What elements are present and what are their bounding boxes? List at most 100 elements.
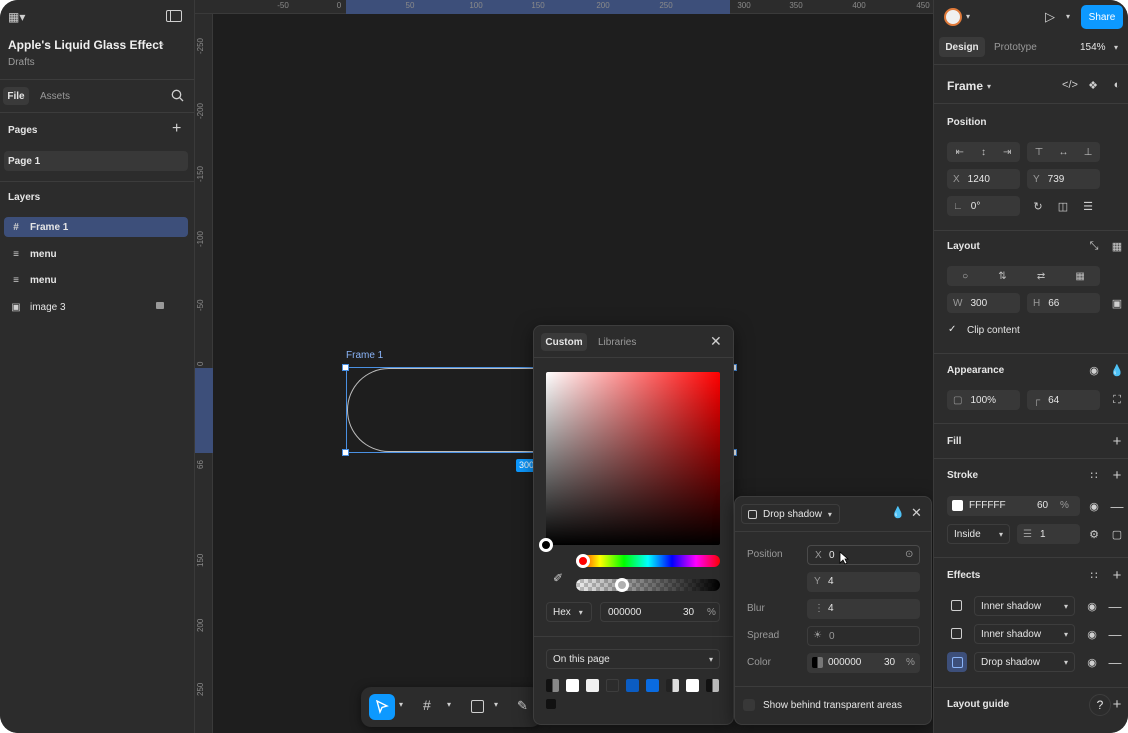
shadow-color-input[interactable]: 000000 30 % xyxy=(807,653,920,673)
stroke-settings-icon[interactable]: ⚙ xyxy=(1084,524,1104,544)
help-icon[interactable]: ? xyxy=(1089,694,1111,716)
tab-file[interactable]: File xyxy=(3,87,29,105)
align-right-icon[interactable]: ⇥ xyxy=(1003,147,1011,158)
resize-handle[interactable] xyxy=(342,449,349,456)
add-fill-plus-icon[interactable]: + xyxy=(1107,431,1127,451)
eye-icon[interactable]: ◉ xyxy=(1082,624,1102,644)
chevron-down-icon[interactable]: ▾ xyxy=(1114,43,1118,52)
layer-item[interactable]: ≡ menu xyxy=(4,270,188,290)
effect-type-select[interactable]: Drop shadow ▾ xyxy=(741,504,840,524)
add-stroke-plus-icon[interactable]: + xyxy=(1107,465,1127,485)
zoom-level[interactable]: 154% xyxy=(1080,42,1106,53)
sidebar-toggle-icon[interactable] xyxy=(166,10,182,22)
hex-input[interactable]: 000000 30 % xyxy=(600,602,720,622)
remove-minus-icon[interactable]: — xyxy=(1105,596,1125,616)
remove-minus-icon[interactable]: — xyxy=(1107,496,1127,516)
share-button[interactable]: Share xyxy=(1081,5,1123,29)
independent-corners-icon[interactable]: ⛶ xyxy=(1107,390,1127,410)
show-behind-checkbox[interactable] xyxy=(743,699,755,711)
file-location[interactable]: Drafts xyxy=(8,57,35,68)
code-icon[interactable]: </> xyxy=(1060,75,1080,95)
horizontal-align-group[interactable]: ⇤ ↕ ⇥ xyxy=(947,142,1020,162)
opacity-input[interactable]: ▢ 100% xyxy=(947,390,1020,410)
styles-grid-icon[interactable]: ∷ xyxy=(1084,465,1104,485)
search-icon[interactable] xyxy=(171,89,184,102)
chevron-down-icon[interactable]: ▾ xyxy=(494,700,498,709)
close-icon[interactable]: ✕ xyxy=(710,333,722,350)
effect-type-button-active[interactable] xyxy=(947,652,967,672)
shadow-blur-input[interactable]: ⋮ 4 xyxy=(807,599,920,619)
chevron-down-icon[interactable]: ▾ xyxy=(966,12,970,21)
opacity-handle[interactable] xyxy=(615,578,629,592)
frame-label[interactable]: Frame 1 xyxy=(346,350,383,361)
align-bottom-icon[interactable]: ⊥ xyxy=(1084,147,1093,158)
align-center-icon[interactable]: ↕ xyxy=(981,147,986,158)
page-item[interactable]: Page 1 xyxy=(4,151,188,171)
effect-type-icon[interactable] xyxy=(951,628,962,639)
chevron-down-icon[interactable]: ▾ xyxy=(987,82,991,91)
eye-icon[interactable]: ◉ xyxy=(1084,496,1104,516)
tab-prototype[interactable]: Prototype xyxy=(994,42,1037,53)
hue-handle[interactable] xyxy=(576,554,590,568)
color-swatch[interactable] xyxy=(586,679,599,692)
shadow-y-input[interactable]: Y 4 xyxy=(807,572,920,592)
saturation-handle[interactable] xyxy=(539,538,553,552)
saturation-field[interactable] xyxy=(546,372,720,545)
contrast-icon[interactable]: ◐ xyxy=(1107,75,1127,95)
align-top-icon[interactable]: ⊤ xyxy=(1035,147,1044,158)
component-icon[interactable]: ❖ xyxy=(1083,75,1103,95)
rotation-input[interactable]: ∟ 0° xyxy=(947,196,1020,216)
chevron-down-icon[interactable]: ▾ xyxy=(399,700,403,709)
align-left-icon[interactable]: ⇤ xyxy=(956,147,964,158)
resize-handle[interactable] xyxy=(342,364,349,371)
stroke-color-swatch[interactable] xyxy=(952,500,963,511)
effect-select[interactable]: Drop shadow ▾ xyxy=(974,652,1075,672)
remove-minus-icon[interactable]: — xyxy=(1105,624,1125,644)
opacity-slider[interactable] xyxy=(576,579,720,591)
add-page-plus-icon[interactable]: + xyxy=(172,120,181,138)
width-input[interactable]: W 300 xyxy=(947,293,1020,313)
eyedropper-icon[interactable]: ✐ xyxy=(553,571,563,585)
layer-item[interactable]: ≡ menu xyxy=(4,244,188,264)
blend-mode-icon[interactable]: 💧 xyxy=(891,506,905,519)
align-middle-icon[interactable]: ↔ xyxy=(1059,147,1069,158)
stroke-position-select[interactable]: Inside ▾ xyxy=(947,524,1010,544)
close-icon[interactable]: ✕ xyxy=(911,505,922,521)
shadow-color-swatch[interactable] xyxy=(812,657,823,668)
effect-select[interactable]: Inner shadow ▾ xyxy=(974,624,1075,644)
layout-freeform-icon[interactable]: ○ xyxy=(962,271,968,282)
resize-to-fit-icon[interactable]: ▣ xyxy=(1107,293,1127,313)
frame-tool-icon[interactable]: # xyxy=(423,697,431,713)
hue-slider[interactable] xyxy=(576,555,720,567)
flip-vertical-icon[interactable]: ☰ xyxy=(1078,196,1098,216)
chevron-down-icon[interactable]: ▾ xyxy=(447,700,451,709)
title-chevron-down-icon[interactable]: ⌄ xyxy=(158,38,166,49)
present-play-icon[interactable]: ▷ xyxy=(1045,9,1055,25)
layer-item[interactable]: # Frame 1 xyxy=(4,217,188,237)
color-swatch[interactable] xyxy=(646,679,659,692)
height-input[interactable]: H 66 xyxy=(1027,293,1100,313)
add-effect-plus-icon[interactable]: + xyxy=(1107,565,1127,585)
flip-horizontal-icon[interactable]: ◫ xyxy=(1053,196,1073,216)
layout-direction-group[interactable]: ○ ⇅ ⇄ ▦ xyxy=(947,266,1100,286)
chevron-down-icon[interactable]: ▾ xyxy=(1066,12,1070,21)
x-position-input[interactable]: X 1240 xyxy=(947,169,1020,189)
color-swatch[interactable] xyxy=(546,699,556,709)
file-title[interactable]: Apple's Liquid Glass Effect xyxy=(8,38,163,52)
tab-design[interactable]: Design xyxy=(939,37,985,57)
eye-icon[interactable]: ◉ xyxy=(1082,596,1102,616)
effect-type-icon[interactable] xyxy=(951,600,962,611)
library-scope-select[interactable]: On this page ▾ xyxy=(546,649,720,669)
figma-menu-icon[interactable]: ▦▾ xyxy=(8,10,25,24)
color-swatch[interactable] xyxy=(706,679,719,692)
variable-icon[interactable]: ⊙ xyxy=(905,549,913,560)
color-swatch[interactable] xyxy=(666,679,679,692)
tab-custom[interactable]: Custom xyxy=(541,333,587,351)
stroke-color-input[interactable]: FFFFFF 60 % xyxy=(947,496,1080,516)
rotate-icon[interactable]: ↻ xyxy=(1028,196,1048,216)
remove-minus-icon[interactable]: — xyxy=(1105,652,1125,672)
vertical-align-group[interactable]: ⊤ ↔ ⊥ xyxy=(1027,142,1100,162)
styles-grid-icon[interactable]: ∷ xyxy=(1084,565,1104,585)
stroke-sides-icon[interactable]: ▢ xyxy=(1107,524,1127,544)
eye-icon[interactable]: ◉ xyxy=(1084,360,1104,380)
